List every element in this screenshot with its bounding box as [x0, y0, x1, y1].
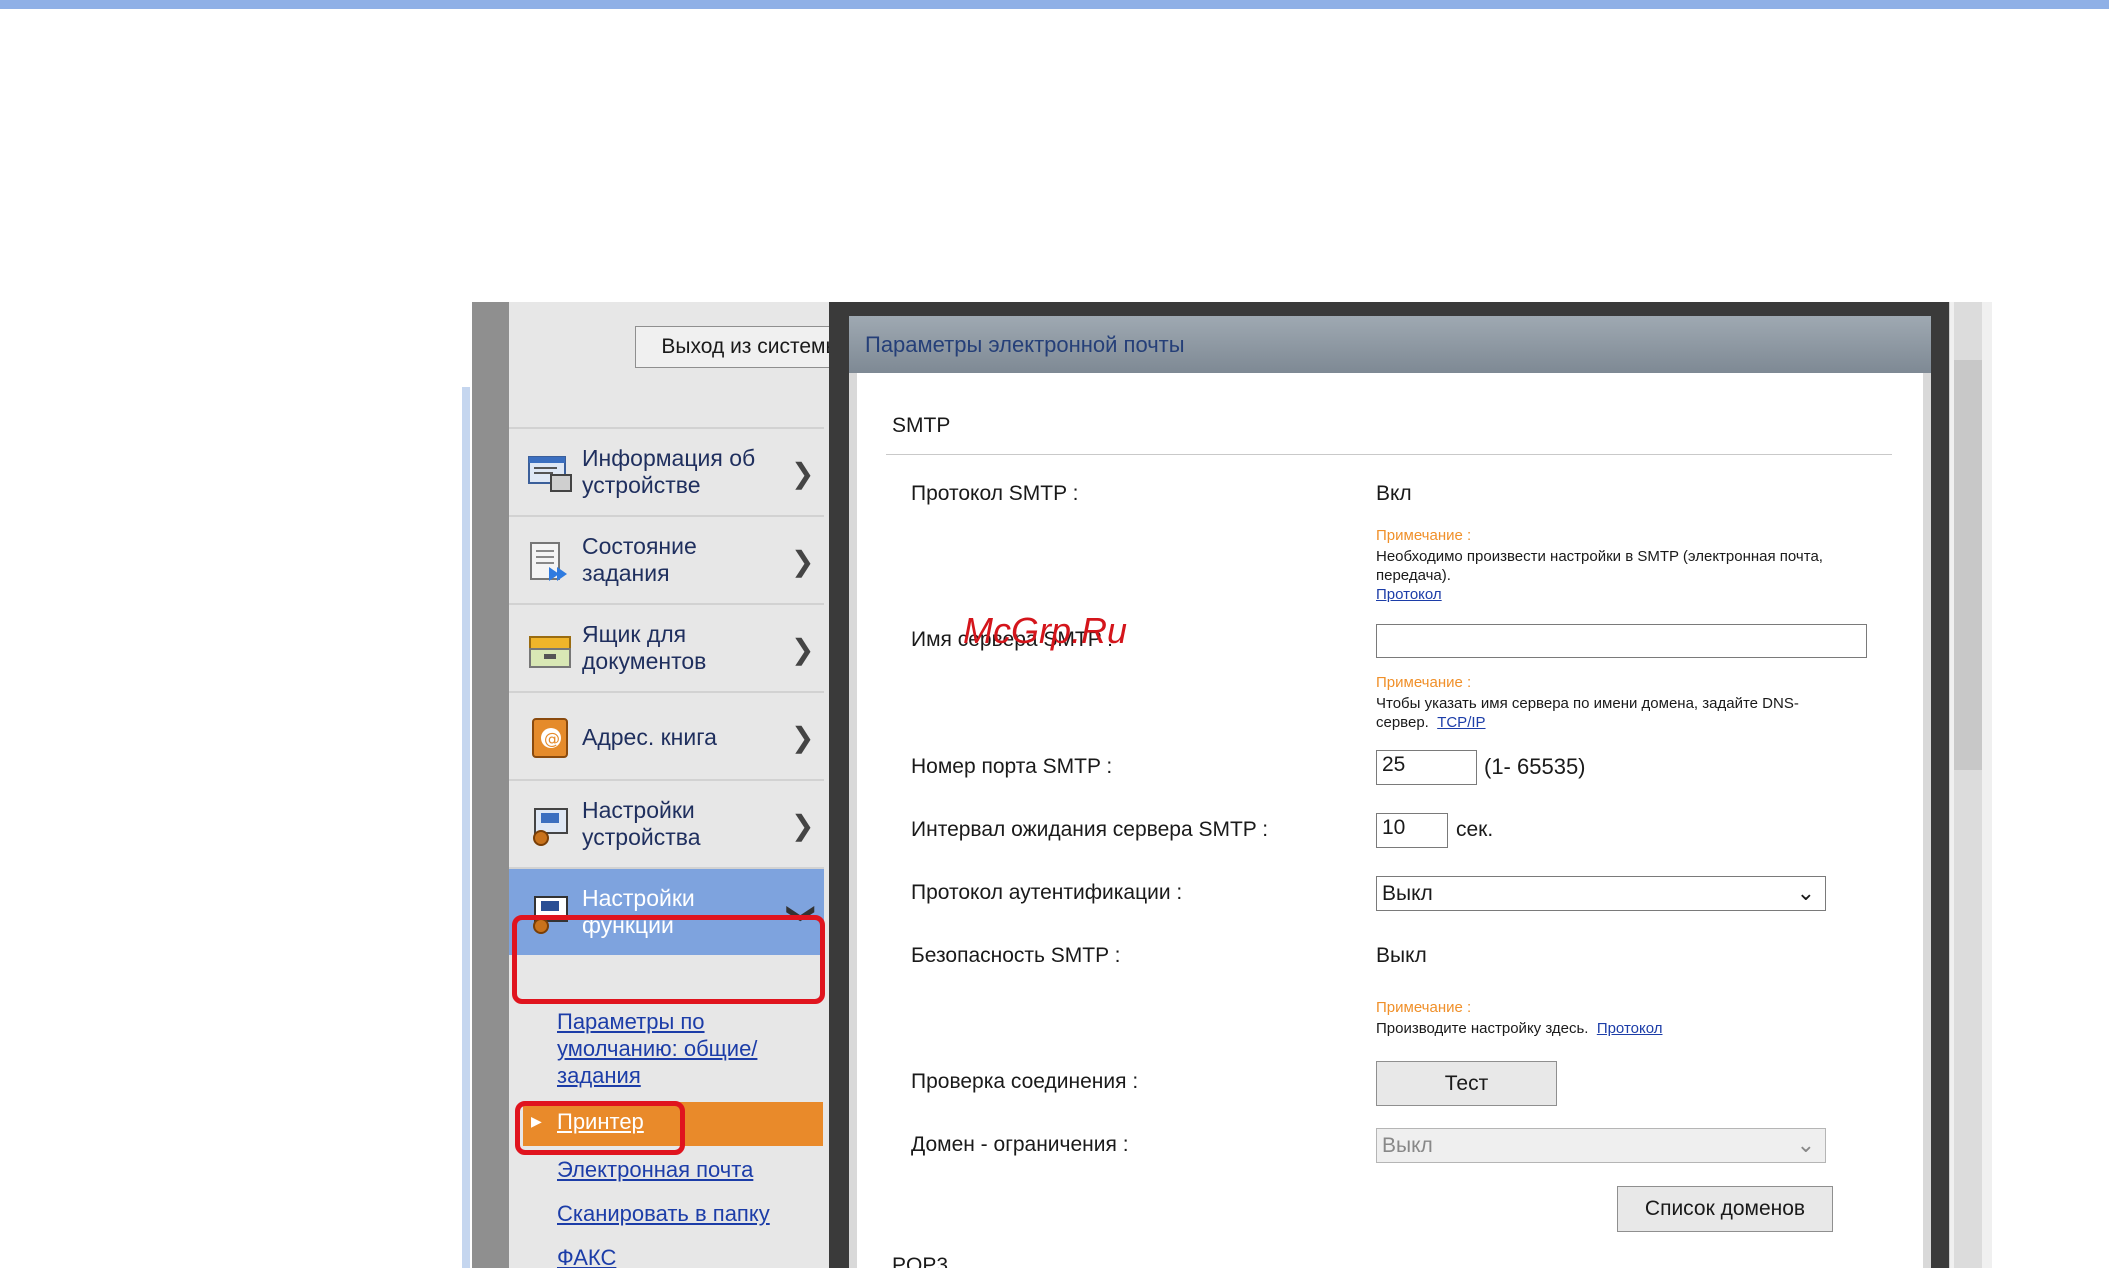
note-label: Примечание :: [1376, 999, 1472, 1016]
domain-restriction-select: Выкл ⌄: [1376, 1128, 1826, 1163]
note-text: Производите настройку здесь. Протокол: [1376, 1020, 1663, 1037]
port-label: Номер порта SMTP :: [911, 755, 1113, 778]
port-input[interactable]: 25: [1376, 750, 1477, 785]
document-box-icon: [529, 636, 571, 668]
top-accent-bar: [0, 0, 2109, 9]
sidebar-item-job-status[interactable]: Состояние задания ❯: [509, 515, 824, 603]
section-pop3-heading: POP3: [892, 1254, 949, 1268]
chevron-right-icon: ❯: [791, 634, 815, 665]
timeout-unit: сек.: [1456, 818, 1494, 841]
note-label: Примечание :: [1376, 674, 1472, 691]
sidebar-item-label: Состояние задания: [582, 533, 697, 586]
chevron-right-icon: ❯: [791, 458, 815, 489]
sidebar-item-address-book[interactable]: @ Адрес. книга ❯: [509, 691, 824, 779]
subitem-email[interactable]: Электронная почта: [557, 1156, 753, 1183]
sidebar-item-device-info[interactable]: Информация об устройстве ❯: [509, 427, 824, 515]
sidebar-item-label: Информация об устройстве: [582, 445, 756, 498]
highlight-printer: [515, 1101, 685, 1155]
protocol-link[interactable]: Протокол: [1597, 1020, 1663, 1037]
protocol-link[interactable]: Протокол: [1376, 586, 1442, 603]
smtp-protocol-value: Вкл: [1376, 482, 1412, 505]
sidebar-item-label: Адрес. книга: [582, 724, 717, 750]
scrollbar-thumb[interactable]: [1954, 360, 1982, 770]
device-info-icon: [528, 456, 572, 492]
port-range: (1- 65535): [1484, 754, 1586, 779]
sidebar-item-device-settings[interactable]: Настройки устройства ❯: [509, 779, 824, 867]
auth-select-value: Выкл: [1382, 882, 1433, 905]
chevron-down-icon: ⌄: [1796, 880, 1815, 905]
highlight-function-settings: [512, 915, 825, 1004]
browser-screenshot: Выход из системы Информация об устройств…: [462, 302, 1992, 1268]
note-label: Примечание :: [1376, 527, 1472, 544]
section-divider: [886, 454, 1892, 455]
auth-label: Протокол аутентификации :: [911, 881, 1183, 904]
sidebar-item-label: Настройки устройства: [582, 797, 701, 850]
device-settings-icon: [533, 808, 568, 846]
domain-restriction-value: Выкл: [1382, 1134, 1433, 1157]
sidebar-item-label: Ящик для документов: [582, 621, 707, 674]
timeout-input[interactable]: 10: [1376, 813, 1448, 848]
domain-restriction-label: Домен - ограничения :: [911, 1133, 1129, 1156]
server-name-input[interactable]: [1376, 624, 1867, 658]
chevron-right-icon: ❯: [791, 546, 815, 577]
window-edge: [462, 302, 509, 1268]
job-status-icon: [530, 542, 567, 581]
svg-text:@: @: [544, 729, 560, 748]
subitem-fax[interactable]: ФАКС: [557, 1244, 616, 1268]
chevron-down-icon: ⌄: [1796, 1132, 1815, 1157]
subitem-defaults[interactable]: Параметры по умолчанию: общие/задания: [557, 1008, 829, 1089]
tcpip-link[interactable]: TCP/IP: [1437, 714, 1485, 731]
security-label: Безопасность SMTP :: [911, 944, 1121, 967]
connection-check-label: Проверка соединения :: [911, 1070, 1139, 1093]
subitem-scan-to-folder[interactable]: Сканировать в папку: [557, 1200, 770, 1227]
page-title: Параметры электронной почты: [865, 332, 1185, 357]
smtp-protocol-label: Протокол SMTP :: [911, 482, 1079, 505]
watermark-text: McGrp.Ru: [963, 610, 1128, 651]
chevron-right-icon: ❯: [791, 810, 815, 841]
sidebar-item-document-box[interactable]: Ящик для документов ❯: [509, 603, 824, 691]
timeout-label: Интервал ожидания сервера SMTP :: [911, 818, 1269, 841]
chevron-right-icon: ❯: [791, 722, 815, 753]
test-button[interactable]: Тест: [1376, 1061, 1557, 1106]
note-text: Чтобы указать имя сервера по имени домен…: [1376, 695, 1799, 731]
security-value: Выкл: [1376, 944, 1427, 967]
note-text: Необходимо произвести настройки в SMTP (…: [1376, 548, 1823, 603]
auth-select[interactable]: Выкл ⌄: [1376, 876, 1826, 911]
section-smtp-heading: SMTP: [892, 414, 951, 437]
domain-list-button[interactable]: Список доменов: [1617, 1186, 1833, 1232]
panel-header: Параметры электронной почты: [849, 316, 1931, 373]
address-book-icon: @: [532, 718, 568, 758]
